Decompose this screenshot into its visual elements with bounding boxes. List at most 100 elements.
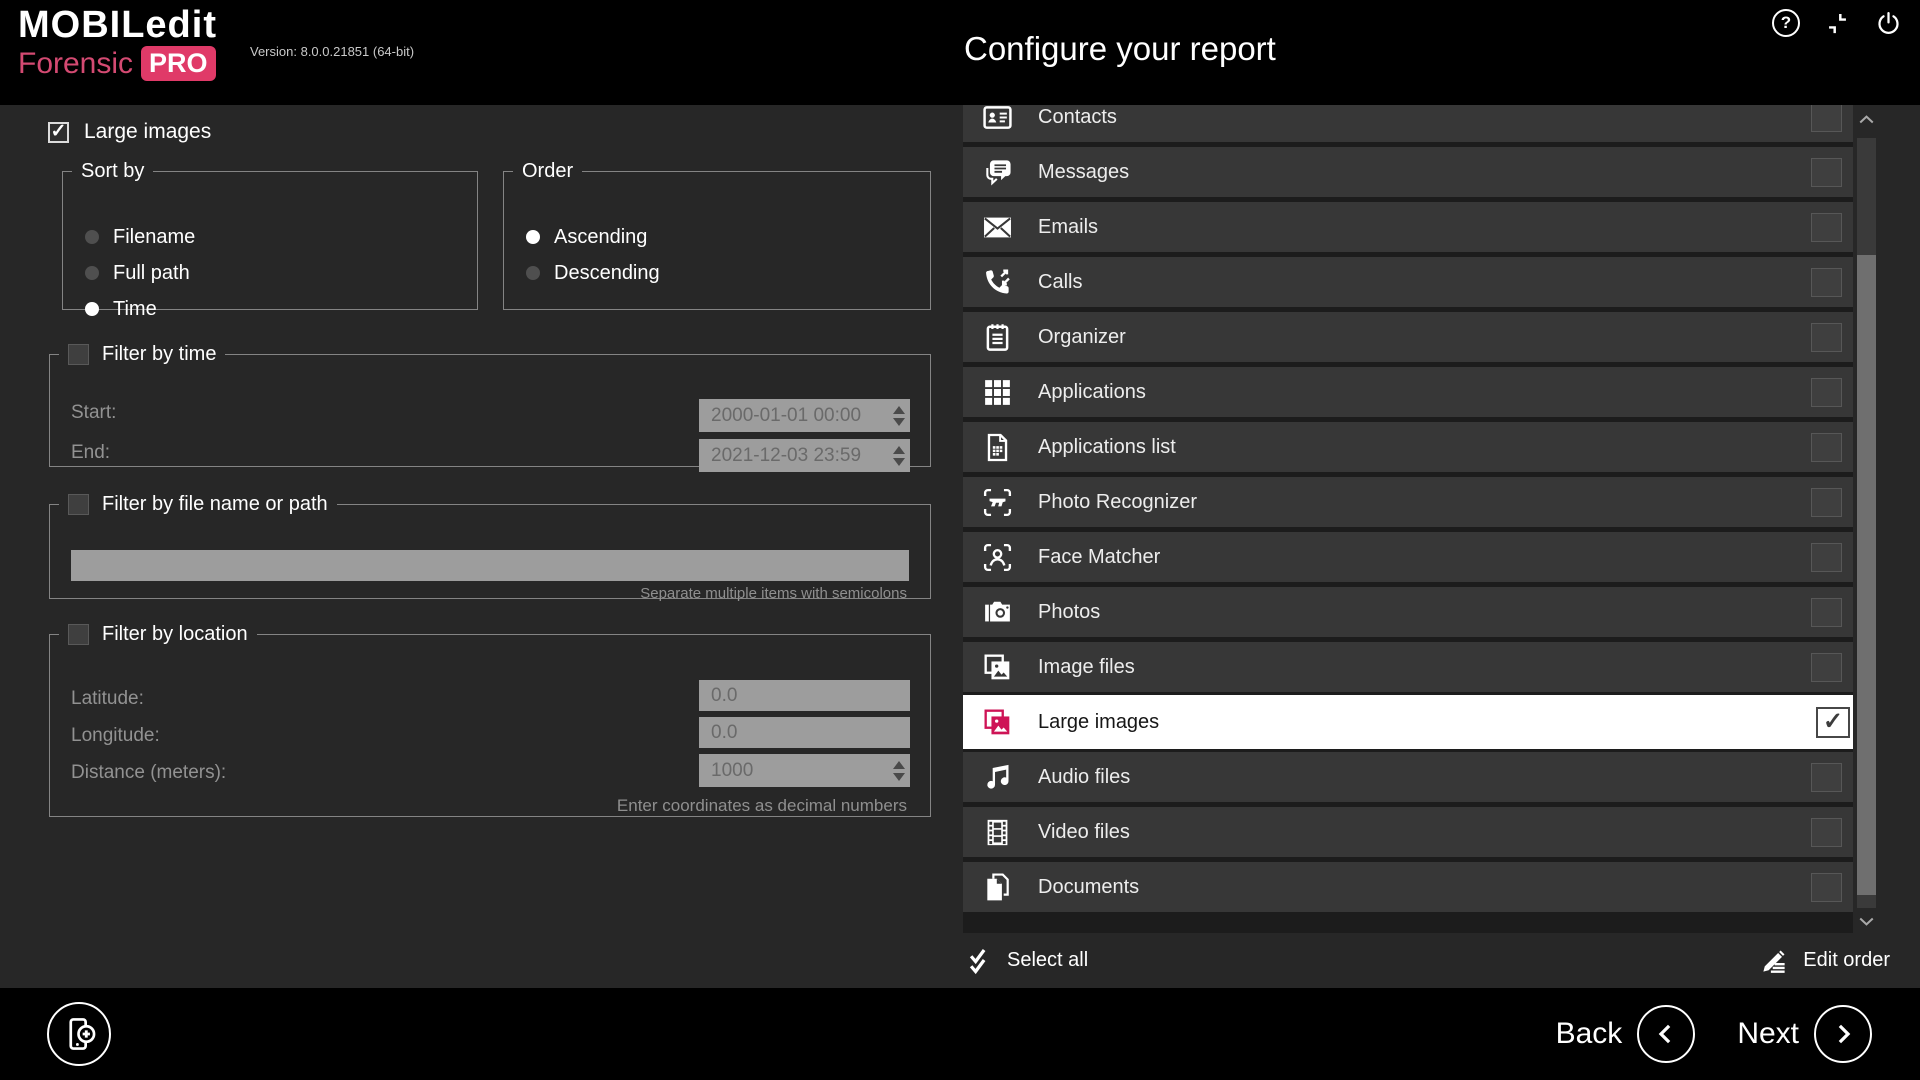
video-files-icon [981,816,1014,849]
list-footer: Select all Edit order [963,933,1890,988]
report-item-audio-files[interactable]: Audio files ✓ [963,752,1853,802]
report-item-applications-list[interactable]: Applications list ✓ [963,422,1853,472]
report-item-label: Contacts [1038,106,1117,129]
report-item-checkbox[interactable]: ✓ [1811,105,1842,132]
resize-icon[interactable] [1824,10,1851,37]
report-item-calls[interactable]: Calls ✓ [963,257,1853,307]
report-item-photo-recognizer[interactable]: Photo Recognizer ✓ [963,477,1853,527]
report-item-emails[interactable]: Emails ✓ [963,202,1853,252]
radio-filename[interactable]: Filename [85,225,195,249]
report-item-checkbox[interactable]: ✓ [1811,543,1842,572]
radio-dot [85,302,99,316]
logo-badge-pro: PRO [141,46,216,81]
report-item-messages[interactable]: Messages ✓ [963,147,1853,197]
start-datetime-field[interactable]: 2000-01-01 00:00 [699,399,910,432]
scrollbar-down-icon[interactable] [1856,911,1877,931]
report-item-image-files[interactable]: Image files ✓ [963,642,1853,692]
scrollbar-up-icon[interactable] [1856,110,1877,130]
next-button[interactable] [1814,1005,1872,1063]
filter-by-time-checkbox[interactable]: ✓ [68,344,89,365]
report-item-checkbox[interactable]: ✓ [1811,653,1842,682]
report-item-label: Applications [1038,381,1146,404]
scrollbar-track[interactable] [1857,138,1876,908]
photo-recognizer-icon [981,486,1014,519]
calls-icon [981,266,1014,299]
name-filter-hint: Separate multiple items with semicolons [640,585,907,602]
report-item-checkbox[interactable]: ✓ [1816,707,1850,738]
report-item-checkbox[interactable]: ✓ [1811,488,1842,517]
large-images-label: Large images [84,120,211,144]
face-matcher-icon [981,541,1014,574]
radio-label: Filename [113,226,195,249]
power-icon[interactable] [1875,10,1902,37]
radio-descending[interactable]: Descending [526,261,660,285]
end-spinner[interactable] [893,439,905,472]
radio-full-path[interactable]: Full path [85,261,195,285]
sort-by-legend: Sort by [72,160,153,183]
applications-list-icon [981,431,1014,464]
report-item-checkbox[interactable]: ✓ [1811,268,1842,297]
distance-spinner[interactable] [893,754,905,787]
end-label: End: [71,442,110,464]
report-item-contacts[interactable]: Contacts ✓ [963,105,1853,142]
sort-by-options: Filename Full path Time [85,225,195,321]
organizer-icon [981,321,1014,354]
report-item-label: Messages [1038,161,1129,184]
chevron-right-icon [1828,1019,1858,1049]
report-item-checkbox[interactable]: ✓ [1811,763,1842,792]
report-item-large-images[interactable]: Large images ✓ [963,695,1853,749]
longitude-field[interactable]: 0.0 [699,717,910,748]
report-item-documents[interactable]: Documents ✓ [963,862,1853,912]
back-label: Back [1556,1017,1623,1051]
report-item-photos[interactable]: Photos ✓ [963,587,1853,637]
report-item-label: Large images [1038,711,1159,734]
report-item-label: Audio files [1038,766,1130,789]
add-phone-button[interactable] [47,1002,111,1066]
app-logo: MOBILedit Forensic PRO [18,5,217,81]
file-name-filter-input[interactable] [71,550,909,581]
report-item-checkbox[interactable]: ✓ [1811,433,1842,462]
scrollbar-thumb[interactable] [1857,255,1876,895]
report-item-organizer[interactable]: Organizer ✓ [963,312,1853,362]
latitude-field[interactable]: 0.0 [699,680,910,711]
filter-by-name-group: ✓ Filter by file name or path Separate m… [49,493,931,599]
radio-time[interactable]: Time [85,297,195,321]
filter-by-location-group: ✓ Filter by location Latitude: 0.0 Longi… [49,623,931,817]
content-area: ✓ Large images Sort by Filename Full pat… [0,105,1920,988]
page-title: Configure your report [964,30,1276,68]
report-item-label: Organizer [1038,326,1126,349]
report-item-checkbox[interactable]: ✓ [1811,158,1842,187]
end-datetime-field[interactable]: 2021-12-03 23:59 [699,439,910,472]
distance-field[interactable]: 1000 [699,754,910,787]
emails-icon [981,211,1014,244]
chevron-left-icon [1651,1019,1681,1049]
report-item-applications[interactable]: Applications ✓ [963,367,1853,417]
report-item-video-files[interactable]: Video files ✓ [963,807,1853,857]
report-item-checkbox[interactable]: ✓ [1811,213,1842,242]
report-item-label: Emails [1038,216,1098,239]
report-item-checkbox[interactable]: ✓ [1811,323,1842,352]
radio-ascending[interactable]: Ascending [526,225,660,249]
report-item-face-matcher[interactable]: Face Matcher ✓ [963,532,1853,582]
large-images-toggle[interactable]: ✓ Large images [48,120,211,144]
start-spinner[interactable] [893,399,905,432]
applications-icon [981,376,1014,409]
filter-by-location-checkbox[interactable]: ✓ [68,624,89,645]
report-item-label: Photo Recognizer [1038,491,1197,514]
radio-label: Descending [554,262,660,285]
distance-label: Distance (meters): [71,762,226,784]
large-images-checkbox[interactable]: ✓ [48,122,69,143]
help-icon[interactable]: ? [1772,9,1800,37]
filter-by-name-checkbox[interactable]: ✓ [68,494,89,515]
report-item-checkbox[interactable]: ✓ [1811,873,1842,902]
report-item-checkbox[interactable]: ✓ [1811,378,1842,407]
report-item-label: Calls [1038,271,1082,294]
back-button[interactable] [1637,1005,1695,1063]
bottom-bar: Back Next [0,988,1920,1080]
report-item-checkbox[interactable]: ✓ [1811,598,1842,627]
messages-icon [981,156,1014,189]
select-all-button[interactable]: Select all [963,946,1088,976]
report-item-checkbox[interactable]: ✓ [1811,818,1842,847]
report-item-label: Face Matcher [1038,546,1160,569]
edit-order-button[interactable]: Edit order [1759,946,1890,976]
